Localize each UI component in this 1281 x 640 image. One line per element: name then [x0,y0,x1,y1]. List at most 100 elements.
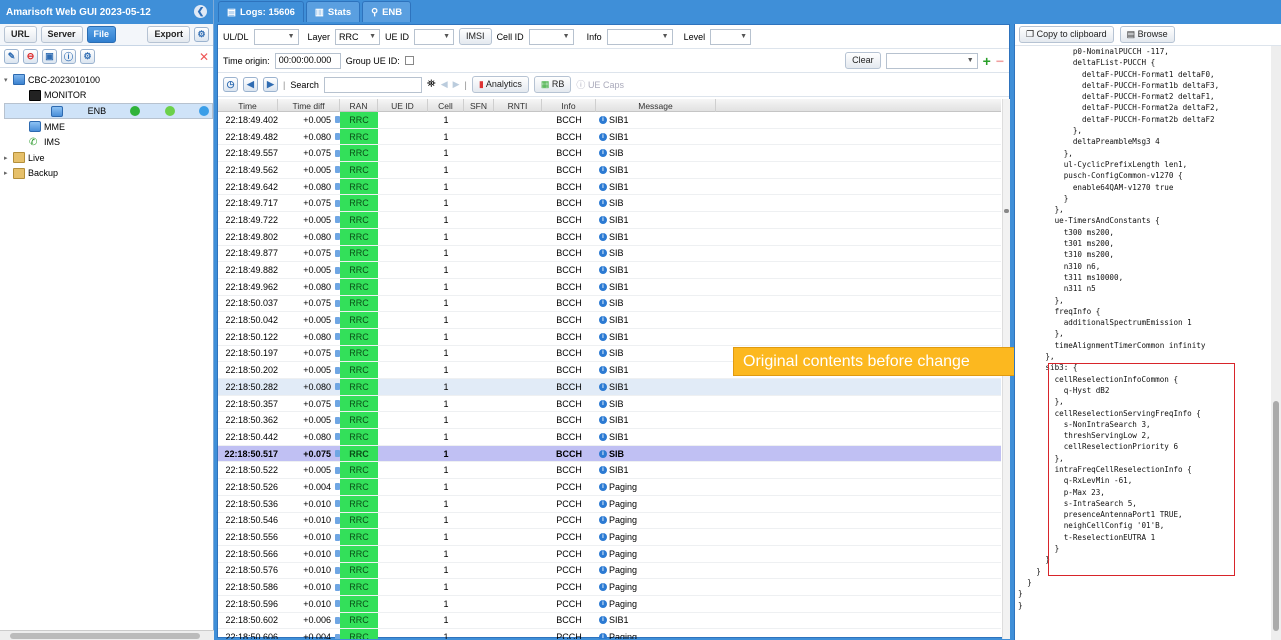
table-row[interactable]: 22:18:50.122 +0.080 RRC 1 BCCH i SIB1 [218,328,1001,346]
column-header-info[interactable]: Info [542,99,596,112]
table-row[interactable]: 22:18:50.517 +0.075 RRC 1 BCCH i SIB [218,445,1001,463]
config-icon[interactable]: ⚙ [80,49,95,64]
detail-vertical-scrollbar[interactable] [1271,46,1281,640]
table-row[interactable]: 22:18:49.717 +0.075 RRC 1 BCCH i SIB [218,195,1001,213]
remove-icon[interactable]: − [996,53,1004,69]
clock-icon[interactable]: ◷ [223,77,238,92]
table-row[interactable]: 22:18:49.557 +0.075 RRC 1 BCCH i SIB [218,145,1001,163]
column-header-rnti[interactable]: RNTI [494,99,542,112]
info-select[interactable]: ▼ [606,28,673,45]
export-button[interactable]: Export [147,26,190,43]
lightning-icon[interactable] [164,106,175,116]
status-ok-icon[interactable] [130,106,141,116]
table-row[interactable]: 22:18:50.606 +0.004 RRC 1 PCCH i Paging [218,629,1001,639]
code-line: deltaPreambleMsg3 4 [1018,137,1160,147]
tree-item-label: ENB [87,106,107,116]
tree-item-mme[interactable]: MME [4,119,213,135]
tree-item-cbc-2023010100[interactable]: ▾ CBC-2023010100 [4,72,213,88]
column-header-cell[interactable]: Cell [428,99,464,112]
table-row[interactable]: 22:18:50.536 +0.010 RRC 1 PCCH i Paging [218,495,1001,513]
expand-toggle-icon[interactable]: ▸ [4,169,13,177]
column-header-message[interactable]: Message [596,99,716,112]
table-row[interactable]: 22:18:50.602 +0.006 RRC 1 BCCH i SIB1 [218,612,1001,630]
group-ue-checkbox[interactable] [404,56,414,65]
expand-toggle-icon[interactable]: ▾ [4,76,13,84]
tab-enb[interactable]: ⚲ ENB [362,1,412,22]
imsi-button[interactable]: IMSI [459,28,492,45]
table-row[interactable]: 22:18:50.362 +0.005 RRC 1 BCCH i SIB1 [218,412,1001,430]
table-row[interactable]: 22:18:49.962 +0.080 RRC 1 BCCH i SIB1 [218,278,1001,296]
column-header-sfn[interactable]: SFN [464,99,494,112]
settings-icon[interactable]: ⚙ [194,27,209,42]
table-row[interactable]: 22:18:50.037 +0.075 RRC 1 BCCH i SIB [218,295,1001,313]
ueid-select[interactable]: ▼ [414,28,455,45]
uldl-select[interactable]: ▼ [253,28,299,45]
table-row[interactable]: 22:18:50.522 +0.005 RRC 1 BCCH i SIB1 [218,462,1001,480]
column-header-time[interactable]: Time [218,99,278,112]
analytics-button[interactable]: ▮ Analytics [471,76,529,93]
wrench-icon[interactable]: ✎ [4,49,19,64]
cell-info: BCCH [542,429,596,445]
table-row[interactable]: 22:18:50.566 +0.010 RRC 1 PCCH i Paging [218,545,1001,563]
rb-button[interactable]: ▦ RB [533,76,572,93]
tree-item-backup[interactable]: ▸ Backup [4,166,213,182]
column-header-ue-id[interactable]: UE ID [378,99,428,112]
table-row[interactable]: 22:18:49.722 +0.005 RRC 1 BCCH i SIB1 [218,212,1001,229]
expand-toggle-icon[interactable]: ▸ [4,154,13,162]
column-header-time-diff[interactable]: Time diff [278,99,340,112]
layer-select[interactable]: RRC ▼ [335,28,381,45]
collapse-panel-icon[interactable]: ❮ [194,5,207,18]
table-row[interactable]: 22:18:50.442 +0.080 RRC 1 BCCH i SIB1 [218,429,1001,446]
arrow-right-icon[interactable]: ▶ [263,77,278,92]
info-icon[interactable]: ⓘ [61,49,76,64]
file-button[interactable]: File [86,26,117,43]
scroll-thumb[interactable] [1004,209,1009,213]
scroll-thumb[interactable] [10,633,200,639]
table-row[interactable]: 22:18:50.556 +0.010 RRC 1 PCCH i Paging [218,529,1001,546]
copy-to-clipboard-button[interactable]: ❐ Copy to clipboard [1019,26,1114,43]
scroll-thumb[interactable] [1273,401,1279,631]
add-icon[interactable]: + [983,53,991,69]
binoculars-icon[interactable]: ⛯ [427,78,436,91]
tree-item-live[interactable]: ▸ Live [4,150,213,166]
level-select[interactable]: ▼ [710,28,752,45]
save-icon[interactable]: ▣ [42,49,57,64]
table-row[interactable]: 22:18:49.482 +0.080 RRC 1 BCCH i SIB1 [218,128,1001,146]
table-row[interactable]: 22:18:50.576 +0.010 RRC 1 PCCH i Paging [218,562,1001,580]
table-row[interactable]: 22:18:49.882 +0.005 RRC 1 BCCH i SIB1 [218,262,1001,279]
tree-item-ims[interactable]: ✆ IMS [4,135,213,151]
column-header-ran[interactable]: RAN [340,99,378,112]
browse-button[interactable]: ▤ Browse [1119,26,1175,43]
close-icon[interactable]: ✕ [199,50,209,64]
table-row[interactable]: 22:18:49.642 +0.080 RRC 1 BCCH i SIB1 [218,178,1001,196]
clear-select[interactable]: ▼ [885,52,978,69]
ue-caps-button[interactable]: ⓘ UE Caps [576,78,624,91]
table-row[interactable]: 22:18:49.402 +0.005 RRC 1 BCCH i SIB1 [218,112,1001,129]
play-icon[interactable] [199,106,209,116]
table-row[interactable]: 22:18:50.546 +0.010 RRC 1 PCCH i Paging [218,512,1001,530]
table-row[interactable]: 22:18:49.877 +0.075 RRC 1 BCCH i SIB [218,245,1001,263]
next-icon[interactable]: ▶ [453,79,460,90]
table-row[interactable]: 22:18:50.596 +0.010 RRC 1 PCCH i Paging [218,595,1001,613]
tab-stats[interactable]: ▥ Stats [305,1,361,22]
server-button[interactable]: Server [40,26,83,43]
table-row[interactable]: 22:18:50.526 +0.004 RRC 1 PCCH i Paging [218,479,1001,496]
table-row[interactable]: 22:18:49.802 +0.080 RRC 1 BCCH i SIB1 [218,228,1001,246]
table-row[interactable]: 22:18:50.042 +0.005 RRC 1 BCCH i SIB1 [218,312,1001,329]
arrow-left-icon[interactable]: ◀ [243,77,258,92]
search-input[interactable] [323,76,422,93]
tree-item-monitor[interactable]: MONITOR [4,88,213,104]
time-origin-input[interactable]: 00:00:00.000 [274,52,341,69]
tab-logs[interactable]: ▤ Logs: 15606 [218,1,304,22]
table-row[interactable]: 22:18:50.586 +0.010 RRC 1 PCCH i Paging [218,579,1001,596]
cellid-select[interactable]: ▼ [528,28,574,45]
url-button[interactable]: URL [4,26,37,43]
table-row[interactable]: 22:18:49.562 +0.005 RRC 1 BCCH i SIB1 [218,162,1001,179]
stop-icon[interactable]: ⊖ [23,49,38,64]
left-horizontal-scrollbar[interactable] [0,630,214,640]
clear-button[interactable]: Clear [845,52,881,69]
prev-icon[interactable]: ◀ [441,79,448,90]
tree-item-enb[interactable]: ENB [4,103,213,119]
table-row[interactable]: 22:18:50.357 +0.075 RRC 1 BCCH i SIB [218,395,1001,413]
table-row[interactable]: 22:18:50.282 +0.080 RRC 1 BCCH i SIB1 [218,379,1001,396]
